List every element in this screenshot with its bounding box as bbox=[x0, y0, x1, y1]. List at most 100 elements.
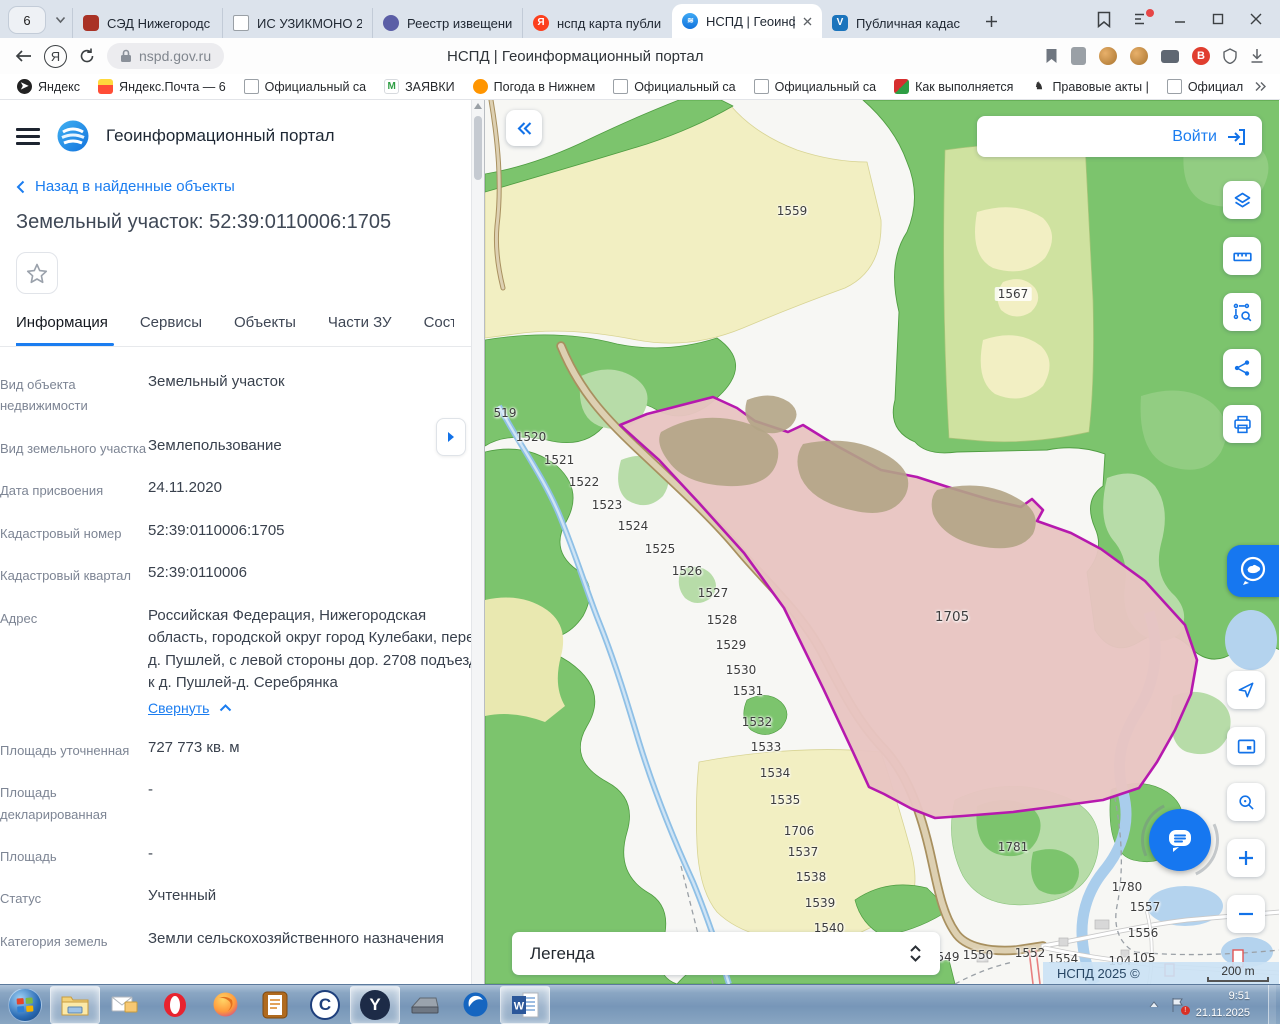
measure-button[interactable] bbox=[1223, 237, 1261, 275]
close-tab-icon[interactable] bbox=[803, 17, 812, 26]
show-desktop-button[interactable] bbox=[1268, 984, 1276, 1024]
minimize-window-button[interactable] bbox=[1168, 7, 1192, 31]
search-on-map-button[interactable] bbox=[1227, 783, 1265, 821]
overview-map-button[interactable] bbox=[1227, 727, 1265, 765]
panel-scrollbar[interactable] bbox=[471, 100, 484, 984]
tab-uzikmono[interactable]: ИС УЗИКМОНО 2 bbox=[222, 8, 372, 38]
tab-pkk[interactable]: V Публичная кадас bbox=[822, 8, 972, 38]
taskbar-opera[interactable] bbox=[150, 986, 200, 1024]
tab-services[interactable]: Сервисы bbox=[140, 314, 202, 346]
download-icon[interactable] bbox=[1250, 48, 1264, 64]
legend-expand-icon[interactable] bbox=[909, 945, 922, 962]
zoom-in-button[interactable] bbox=[1227, 839, 1265, 877]
taskbar-word[interactable]: W bbox=[500, 985, 550, 1024]
chevron-right-icon bbox=[448, 432, 454, 442]
protect-shield-icon[interactable] bbox=[1223, 48, 1237, 64]
legend-bar[interactable]: Легенда bbox=[512, 932, 940, 975]
scroll-up-arrow-icon[interactable] bbox=[474, 103, 482, 109]
tabs-scroll-right-button[interactable] bbox=[436, 418, 466, 456]
tab-counter-button[interactable]: 6 bbox=[8, 6, 46, 34]
tab-composition[interactable]: Соста bbox=[424, 314, 454, 346]
collapse-panel-button[interactable] bbox=[506, 110, 542, 146]
taskbar-yandex-browser[interactable]: Y bbox=[350, 985, 400, 1024]
taskbar-document-app[interactable] bbox=[250, 986, 300, 1024]
taskbar-explorer[interactable] bbox=[50, 985, 100, 1024]
notifications-panel-icon[interactable] bbox=[1130, 7, 1154, 31]
taskbar-mail[interactable] bbox=[100, 986, 150, 1024]
bookmarks-panel-icon[interactable] bbox=[1092, 7, 1116, 31]
new-tab-button[interactable] bbox=[976, 6, 1006, 36]
tab-bar-controls bbox=[1092, 0, 1280, 38]
login-label: Войти bbox=[1172, 127, 1217, 145]
start-button[interactable] bbox=[0, 986, 50, 1024]
locate-me-button[interactable] bbox=[1227, 671, 1265, 709]
extension-card-icon[interactable] bbox=[1161, 49, 1179, 63]
taskbar-firefox[interactable] bbox=[200, 986, 250, 1024]
bookmark-kak[interactable]: Как выполняется bbox=[885, 79, 1022, 94]
scrollbar-thumb[interactable] bbox=[474, 116, 482, 180]
collapse-address-link[interactable]: Свернуть bbox=[148, 698, 209, 719]
tab-list-dropdown-button[interactable] bbox=[48, 6, 72, 34]
tray-expand-icon[interactable] bbox=[1148, 1000, 1160, 1009]
close-window-button[interactable] bbox=[1244, 7, 1268, 31]
tab-objects[interactable]: Объекты bbox=[234, 314, 296, 346]
bookmark-official-site[interactable]: Официальный са bbox=[235, 79, 375, 94]
menu-button[interactable] bbox=[16, 127, 40, 145]
action-center-flag-icon[interactable]: ! bbox=[1170, 997, 1190, 1015]
map-area[interactable]: 1559 1567 519 1520 1521 1522 1523 1524 1525 1526 1… bbox=[485, 100, 1279, 984]
extension-icon[interactable] bbox=[1071, 47, 1086, 65]
yandex-home-button[interactable]: Я bbox=[44, 44, 67, 68]
field-value: 727 773 кв. м bbox=[148, 738, 240, 756]
bookmark-yandex[interactable]: ➤ Яндекс bbox=[8, 79, 89, 94]
bookmarks-overflow-button[interactable] bbox=[1254, 81, 1267, 92]
yandex-favicon-icon: Я bbox=[533, 15, 549, 31]
maximize-window-button[interactable] bbox=[1206, 7, 1230, 31]
print-button[interactable] bbox=[1223, 405, 1261, 443]
tab-label: СЭД Нижегородс bbox=[107, 15, 211, 31]
layers-icon bbox=[1234, 192, 1250, 207]
login-button[interactable]: Войти bbox=[977, 116, 1262, 157]
tab-sed[interactable]: СЭД Нижегородс bbox=[72, 8, 222, 38]
bookmark-official-site[interactable]: Официальный са bbox=[745, 79, 885, 94]
reload-button[interactable] bbox=[73, 42, 101, 70]
caret-up-icon[interactable] bbox=[219, 704, 232, 712]
word-icon: W bbox=[512, 992, 539, 1017]
bookmark-official-site[interactable]: Официальный са bbox=[604, 79, 744, 94]
zoom-out-button[interactable] bbox=[1227, 895, 1265, 933]
layers-button[interactable] bbox=[1223, 181, 1261, 219]
assistant-button[interactable] bbox=[1227, 545, 1279, 597]
printer-icon bbox=[1233, 415, 1251, 433]
bookmark-flag-icon[interactable] bbox=[1045, 48, 1058, 64]
tab-nspd-active[interactable]: ≋ НСПД | Геоинф bbox=[672, 4, 822, 38]
extension-avatar-icon[interactable] bbox=[1130, 47, 1148, 65]
bookmark-official-site[interactable]: Официал bbox=[1158, 79, 1252, 94]
chat-button[interactable] bbox=[1149, 809, 1211, 871]
tab-parts[interactable]: Части ЗУ bbox=[328, 314, 392, 346]
nspd-favicon-icon: ≋ bbox=[682, 13, 698, 29]
back-button[interactable] bbox=[10, 42, 38, 70]
page-icon bbox=[243, 79, 259, 94]
bookmark-pravo[interactable]: ♞ Правовые акты | bbox=[1022, 79, 1157, 94]
tab-information[interactable]: Информация bbox=[16, 314, 114, 346]
extension-avatar-icon[interactable] bbox=[1099, 47, 1117, 65]
bitrix-extension-icon[interactable]: B bbox=[1192, 47, 1210, 65]
select-area-search-button[interactable] bbox=[1223, 293, 1261, 331]
url-field[interactable]: nspd.gov.ru bbox=[107, 43, 225, 69]
taskbar-scanner[interactable] bbox=[400, 986, 450, 1024]
share-button[interactable] bbox=[1223, 349, 1261, 387]
tab-reestr[interactable]: Реестр извещени bbox=[372, 8, 522, 38]
bookmark-zayavki[interactable]: M ЗАЯВКИ bbox=[375, 79, 464, 94]
favorite-button[interactable] bbox=[16, 252, 58, 294]
lock-icon bbox=[121, 49, 131, 62]
bookmark-weather[interactable]: Погода в Нижнем bbox=[464, 79, 605, 94]
scale-bar bbox=[1207, 976, 1269, 982]
taskbar-cryptopro[interactable]: C bbox=[300, 986, 350, 1024]
weather-icon bbox=[472, 79, 488, 94]
field-label: Площадь декларированная bbox=[0, 785, 108, 822]
taskbar-blue-app[interactable] bbox=[450, 986, 500, 1024]
back-to-results-link[interactable]: Назад в найденные объекты bbox=[16, 178, 454, 195]
tab-yandex-search[interactable]: Я нспд карта публи bbox=[522, 8, 672, 38]
field-value: 52:39:0110006 bbox=[148, 564, 247, 582]
taskbar-clock[interactable]: 9:51 21.11.2025 bbox=[1196, 988, 1258, 1021]
bookmark-mail[interactable]: Яндекс.Почта — 6 bbox=[89, 79, 235, 94]
